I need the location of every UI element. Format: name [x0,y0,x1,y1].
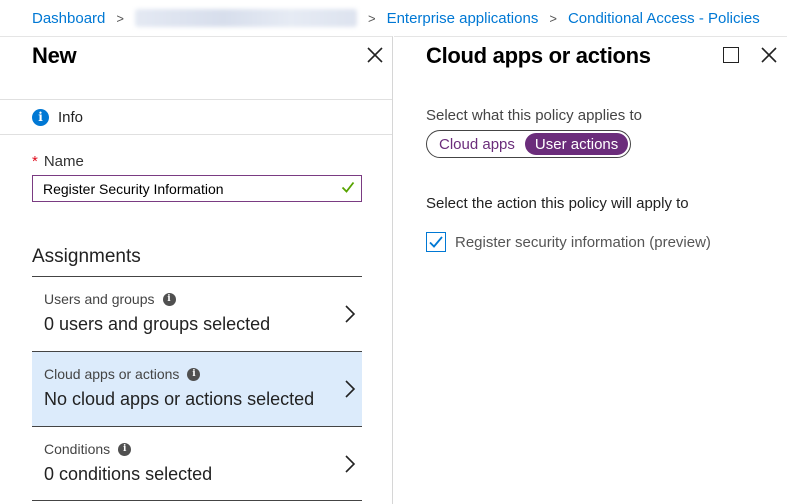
breadcrumb-separator-icon: > [116,10,124,26]
assignment-label: Conditions i [44,441,362,457]
required-asterisk: * [32,153,38,170]
info-label: Info [58,108,84,126]
cloud-apps-label: Cloud apps or actions [44,366,180,382]
assignment-label: Users and groups i [44,291,362,307]
breadcrumb-separator-icon: > [549,10,557,26]
toggle-cloud-apps[interactable]: Cloud apps [437,136,525,153]
assignment-users-and-groups[interactable]: Users and groups i 0 users and groups se… [32,276,362,351]
users-groups-label: Users and groups [44,291,155,307]
close-icon[interactable] [365,45,385,65]
info-icon[interactable]: i [162,292,176,306]
register-security-info-checkbox[interactable] [426,232,446,252]
breadcrumb-enterprise-applications[interactable]: Enterprise applications [387,10,539,27]
cloud-apps-or-actions-blade: Cloud apps or actions Select what this p… [394,36,787,504]
action-heading: Select the action this policy will apply… [426,195,689,212]
blade-title: Cloud apps or actions [426,43,651,68]
policy-name-input[interactable] [32,175,362,202]
register-security-info-label: Register security information (preview) [455,233,711,251]
assignment-label: Cloud apps or actions i [44,366,362,382]
name-label-text: Name [43,153,84,170]
assignment-cloud-apps-or-actions[interactable]: Cloud apps or actions i No cloud apps or… [32,351,362,426]
conditions-label: Conditions [44,441,111,457]
maximize-icon[interactable] [723,47,739,63]
close-icon[interactable] [759,45,779,65]
assignments-list: Users and groups i 0 users and groups se… [32,276,362,501]
chevron-right-icon [345,455,356,473]
info-circle-icon: i [32,108,49,126]
applies-to-label: Select what this policy applies to [426,107,642,124]
checkmark-icon [341,181,355,193]
applies-to-toggle: Cloud apps User actions [426,130,632,158]
blade-title: New [32,43,77,68]
chevron-right-icon [345,380,356,398]
users-groups-value: 0 users and groups selected [44,314,271,334]
cloud-apps-value: No cloud apps or actions selected [44,389,315,409]
breadcrumb: Dashboard > > Enterprise applications > … [0,0,787,36]
register-security-info-option[interactable]: Register security information (preview) [426,232,711,252]
info-icon[interactable]: i [187,367,201,381]
toggle-user-actions[interactable]: User actions [524,133,629,155]
assignment-conditions[interactable]: Conditions i 0 conditions selected [32,426,362,501]
breadcrumb-dashboard[interactable]: Dashboard [32,10,105,27]
breadcrumb-separator-icon: > [367,10,376,26]
info-icon[interactable]: i [118,442,132,456]
breadcrumb-conditional-access-policies[interactable]: Conditional Access - Policies [568,10,760,27]
breadcrumb-redacted-tenant[interactable] [134,9,357,27]
new-policy-blade: New i Info * Name Assignments Users and g… [0,36,393,504]
info-link[interactable]: i Info [0,99,392,135]
name-field-label: * Name [32,153,84,170]
checkmark-icon [429,236,443,248]
chevron-right-icon [345,305,356,323]
assignments-heading: Assignments [32,246,141,267]
conditions-value: 0 conditions selected [44,464,213,484]
